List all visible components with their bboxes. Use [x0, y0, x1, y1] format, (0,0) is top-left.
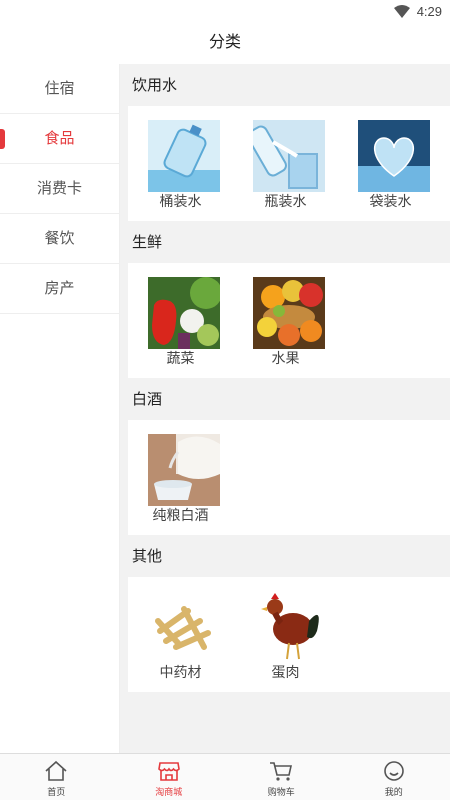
tab-home[interactable]: 首页 [0, 754, 113, 800]
tab-label: 首页 [47, 788, 66, 798]
product-herbal-medicine[interactable]: 中药材 [128, 577, 233, 692]
product-eggs-meat[interactable]: 蛋肉 [233, 577, 338, 692]
product-bagged-water[interactable]: 袋装水 [338, 106, 443, 221]
app-header: 分类 [0, 24, 450, 64]
rooster-image [253, 591, 325, 663]
category-sidebar: 住宿 食品 消费卡 餐饮 房产 [0, 64, 120, 753]
section-drinking-water: 桶装水 瓶装水 袋装水 [128, 106, 450, 221]
sidebar-item-food[interactable]: 食品 [0, 114, 119, 164]
tab-label: 淘商城 [155, 788, 183, 798]
barreled-water-image [148, 120, 220, 192]
page-title: 分类 [208, 32, 241, 51]
section-others: 中药材 蛋肉 [128, 577, 450, 692]
section-title-drinking-water: 饮用水 [132, 76, 178, 94]
product-label: 蔬菜 [166, 351, 195, 367]
product-fruit[interactable]: 水果 [233, 263, 338, 378]
section-title-liquor: 白酒 [132, 390, 163, 408]
product-label: 水果 [271, 351, 300, 367]
tab-label: 购物车 [267, 788, 295, 798]
product-label: 袋装水 [369, 194, 412, 210]
herbal-medicine-image [148, 591, 220, 663]
section-title-others: 其他 [132, 547, 163, 565]
product-label: 瓶装水 [264, 194, 307, 210]
tab-shop[interactable]: 淘商城 [113, 754, 226, 800]
product-barreled-water[interactable]: 桶装水 [128, 106, 233, 221]
bottom-tab-bar: 首页 淘商城 购物车 我的 [0, 753, 450, 800]
category-content: 饮用水 桶装水 瓶装水 袋装水 生鲜 蔬菜 水果 白酒 纯粮白酒 其他 中药材 … [120, 64, 450, 753]
product-bottled-water[interactable]: 瓶装水 [233, 106, 338, 221]
sidebar-item-real-estate[interactable]: 房产 [0, 264, 119, 314]
product-label: 蛋肉 [271, 665, 300, 681]
bottled-water-image [253, 120, 325, 192]
status-bar: 4:29 [0, 0, 450, 24]
tab-profile[interactable]: 我的 [338, 754, 450, 800]
grain-liquor-image [148, 434, 220, 506]
sidebar-item-lodging[interactable]: 住宿 [0, 64, 119, 114]
sidebar-item-consumer-card[interactable]: 消费卡 [0, 164, 119, 214]
tab-label: 我的 [384, 788, 403, 798]
tab-cart[interactable]: 购物车 [225, 754, 338, 800]
product-label: 中药材 [159, 665, 202, 681]
section-title-fresh: 生鲜 [132, 233, 163, 251]
vegetables-image [148, 277, 220, 349]
product-grain-liquor[interactable]: 纯粮白酒 [128, 420, 233, 535]
wifi-icon [394, 5, 410, 18]
section-liquor: 纯粮白酒 [128, 420, 450, 535]
fruit-image [253, 277, 325, 349]
home-icon [45, 760, 67, 781]
sidebar-item-dining[interactable]: 餐饮 [0, 214, 119, 264]
product-label: 桶装水 [159, 194, 202, 210]
product-vegetables[interactable]: 蔬菜 [128, 263, 233, 378]
profile-icon [383, 761, 404, 781]
bagged-water-image [358, 120, 430, 192]
cart-icon [270, 762, 293, 781]
shop-icon [157, 762, 180, 781]
section-fresh: 蔬菜 水果 [128, 263, 450, 378]
status-time: 4:29 [416, 4, 442, 19]
product-label: 纯粮白酒 [152, 508, 209, 524]
